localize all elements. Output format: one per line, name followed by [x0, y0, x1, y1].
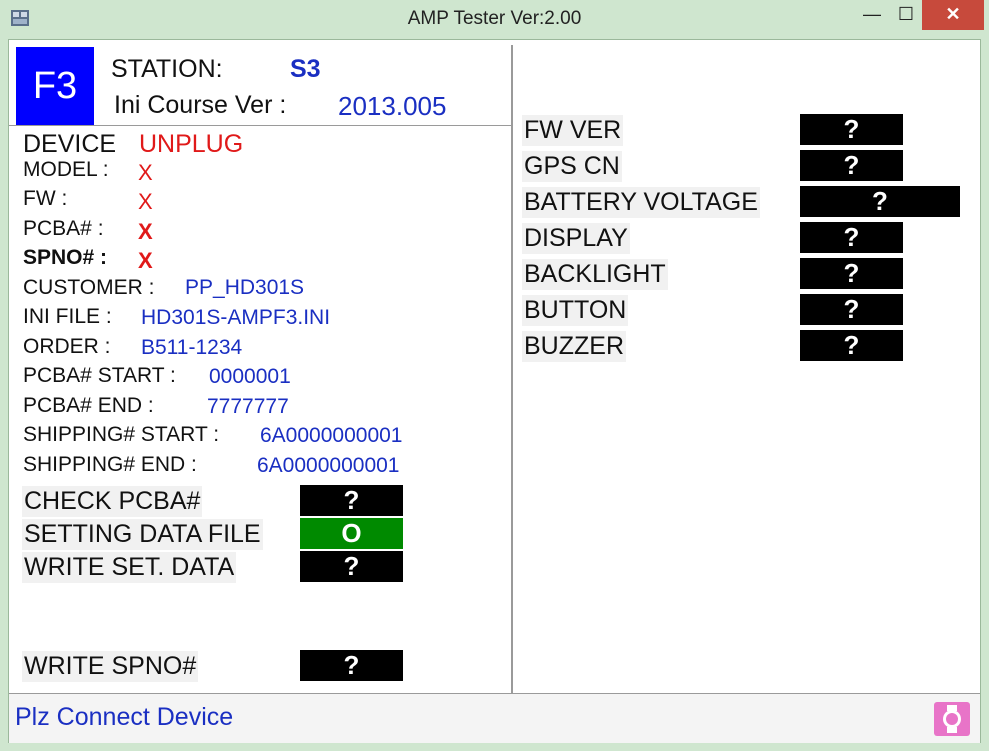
model-label: MODEL : — [23, 158, 109, 181]
shipping-end-label: SHIPPING# END : — [23, 453, 197, 476]
client-area: F3 STATION: S3 Ini Course Ver : 2013.005… — [8, 39, 981, 743]
customer-value: PP_HD301S — [185, 276, 305, 299]
write-set-data-label: WRITE SET. DATA — [22, 552, 237, 583]
station-badge: F3 — [16, 47, 94, 125]
customer-label: CUSTOMER : — [23, 276, 155, 299]
shipping-start-value: 6A0000000001 — [260, 424, 403, 447]
setting-data-file-result: O — [300, 518, 403, 549]
shipping-start-label: SHIPPING# START : — [23, 423, 220, 446]
buzzer-result: ? — [800, 330, 903, 361]
write-set-data-result: ? — [300, 551, 403, 582]
buzzer-label: BUZZER — [522, 331, 626, 362]
close-button[interactable]: ✕ — [922, 0, 984, 30]
write-spno-label: WRITE SPNO# — [22, 651, 199, 682]
backlight-label: BACKLIGHT — [522, 259, 668, 290]
panel-divider — [511, 45, 513, 693]
fw-ver-result: ? — [800, 114, 903, 145]
app-window: AMP Tester Ver:2.00 — ☐ ✕ F3 STATION: S3… — [0, 0, 989, 751]
fw-value: X — [138, 189, 153, 214]
pcba-start-value: 0000001 — [209, 365, 291, 388]
setting-data-file-label: SETTING DATA FILE — [22, 519, 263, 550]
pcba-end-label: PCBA# END : — [23, 394, 154, 417]
pcba-end-value: 7777777 — [207, 395, 289, 418]
ini-file-value: HD301S-AMPF3.INI — [141, 306, 331, 329]
station-value: S3 — [290, 55, 321, 83]
pcba-start-label: PCBA# START : — [23, 364, 176, 387]
pcba-label: PCBA# : — [23, 217, 104, 240]
device-state: UNPLUG — [139, 130, 244, 158]
order-label: ORDER : — [23, 335, 111, 358]
gps-cn-result: ? — [800, 150, 903, 181]
ini-course-value: 2013.005 — [338, 91, 447, 121]
station-label: STATION: — [111, 55, 223, 83]
button-label: BUTTON — [522, 295, 629, 326]
model-value: X — [138, 160, 153, 185]
maximize-button[interactable]: ☐ — [886, 0, 926, 30]
device-label: DEVICE — [23, 130, 117, 158]
ini-course-label: Ini Course Ver : — [114, 91, 287, 119]
gps-cn-label: GPS CN — [522, 151, 622, 182]
display-result: ? — [800, 222, 903, 253]
backlight-result: ? — [800, 258, 903, 289]
status-bar: Plz Connect Device — [9, 693, 980, 743]
window-title: AMP Tester Ver:2.00 — [407, 8, 582, 29]
fw-label: FW : — [23, 187, 68, 210]
watch-icon[interactable] — [934, 702, 970, 736]
pcba-value: X — [138, 219, 153, 244]
check-pcba-result: ? — [300, 485, 403, 516]
ini-file-label: INI FILE : — [23, 305, 112, 328]
spno-label: SPNO# : — [23, 246, 108, 269]
header-divider — [9, 125, 512, 126]
shipping-end-value: 6A0000000001 — [257, 454, 400, 477]
display-label: DISPLAY — [522, 223, 630, 254]
title-bar: AMP Tester Ver:2.00 — ☐ ✕ — [0, 0, 989, 38]
battery-voltage-label: BATTERY VOLTAGE — [522, 187, 760, 218]
status-message: Plz Connect Device — [15, 703, 234, 731]
fw-ver-label: FW VER — [522, 115, 624, 146]
spno-value: X — [138, 248, 153, 273]
battery-voltage-result: ? — [800, 186, 960, 217]
write-spno-result: ? — [300, 650, 403, 681]
check-pcba-label: CHECK PCBA# — [22, 486, 203, 517]
button-result: ? — [800, 294, 903, 325]
order-value: B511-1234 — [141, 336, 243, 359]
